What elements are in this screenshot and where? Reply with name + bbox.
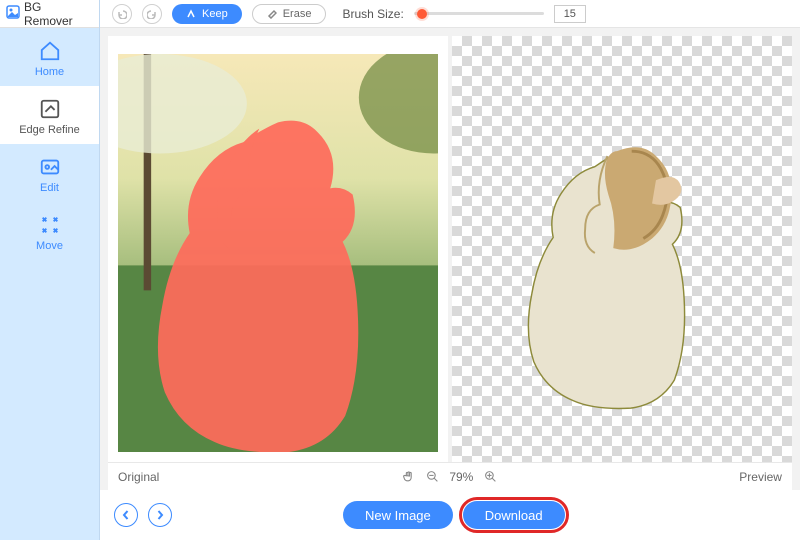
main-area: Keep Erase Brush Size: 15: [100, 0, 800, 540]
brush-size-label: Brush Size:: [342, 7, 403, 21]
slider-track: [414, 12, 544, 15]
sidebar-item-label: Edge Refine: [19, 124, 80, 136]
undo-button[interactable]: [112, 4, 132, 24]
new-image-label: New Image: [365, 508, 431, 523]
sidebar-item-edge-refine[interactable]: Edge Refine: [0, 86, 99, 144]
move-icon: [39, 214, 61, 236]
app-name: BG Remover: [24, 0, 93, 28]
logo-bar: BG Remover: [0, 0, 99, 28]
sidebar-item-move[interactable]: Move: [0, 202, 99, 260]
sidebar-item-home[interactable]: Home: [0, 28, 99, 86]
brush-size-value: 15: [554, 5, 586, 23]
toolbar: Keep Erase Brush Size: 15: [100, 0, 800, 28]
workspace-bottom-strip: Original 79% Preview: [108, 462, 792, 490]
prev-button[interactable]: [114, 503, 138, 527]
footer: New Image Download: [100, 490, 800, 540]
zoom-in-button[interactable]: [483, 470, 497, 484]
preview-label: Preview: [739, 470, 782, 484]
home-icon: [39, 40, 61, 62]
original-panel[interactable]: [108, 36, 448, 462]
pan-hand-icon[interactable]: [401, 470, 415, 484]
app-logo-icon: [6, 5, 20, 22]
sidebar-item-edit[interactable]: Edit: [0, 144, 99, 202]
workspace: Original 79% Preview: [100, 28, 800, 490]
next-button[interactable]: [148, 503, 172, 527]
edge-refine-icon: [39, 98, 61, 120]
download-button[interactable]: Download: [463, 501, 565, 529]
preview-panel[interactable]: [452, 36, 792, 462]
keep-button[interactable]: Keep: [172, 4, 242, 24]
sidebar-item-label: Move: [36, 240, 63, 252]
sidebar: BG Remover Home Edge Refine Edit Move: [0, 0, 100, 540]
download-label: Download: [485, 508, 543, 523]
edit-icon: [39, 156, 61, 178]
brush-size-slider[interactable]: [414, 7, 544, 21]
zoom-out-button[interactable]: [425, 470, 439, 484]
zoom-percent: 79%: [449, 470, 473, 484]
sidebar-item-label: Home: [35, 66, 64, 78]
erase-button[interactable]: Erase: [252, 4, 327, 24]
original-label: Original: [118, 470, 159, 484]
keep-label: Keep: [202, 8, 228, 20]
redo-button[interactable]: [142, 4, 162, 24]
new-image-button[interactable]: New Image: [343, 501, 453, 529]
slider-thumb[interactable]: [417, 9, 427, 19]
erase-label: Erase: [283, 8, 312, 20]
sidebar-item-label: Edit: [40, 182, 59, 194]
